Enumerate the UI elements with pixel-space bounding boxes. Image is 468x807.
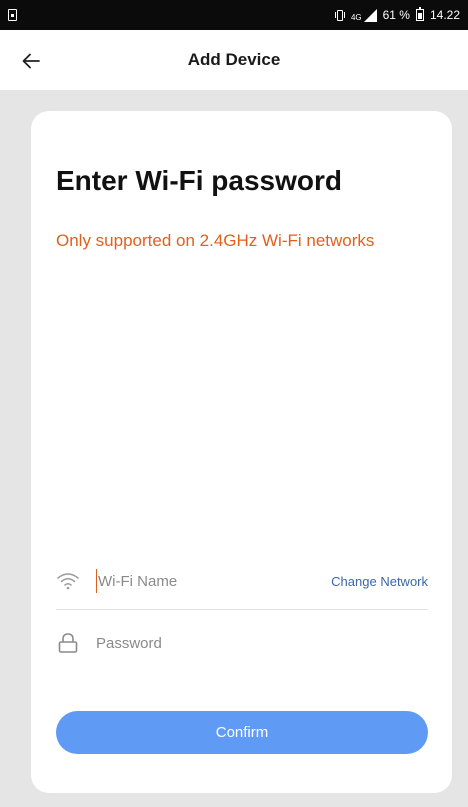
sim-icon xyxy=(8,9,17,21)
wifi-setup-card: Enter Wi-Fi password Only supported on 2… xyxy=(31,111,452,793)
status-bar: 4G 61 % 14.22 xyxy=(0,0,468,30)
network-label: 4G xyxy=(350,12,362,22)
page-title: Add Device xyxy=(187,50,281,69)
signal-icon xyxy=(363,8,377,22)
wifi-name-input[interactable] xyxy=(96,569,332,593)
password-input[interactable] xyxy=(96,631,428,655)
add-device-screen: 4G 61 % 14.22 Add Device Enter Wi-Fi pas… xyxy=(0,0,468,807)
status-bar-right: 4G 61 % 14.22 xyxy=(334,7,460,22)
vibrate-icon xyxy=(334,9,345,21)
network-indicator: 4G xyxy=(350,8,377,22)
battery-icon xyxy=(415,7,424,21)
card-title: Enter Wi-Fi password xyxy=(56,165,343,196)
wifi-icon xyxy=(56,569,80,593)
field-divider xyxy=(56,609,428,610)
frequency-notice: Only supported on 2.4GHz Wi-Fi networks xyxy=(56,231,375,250)
lock-icon xyxy=(56,631,80,655)
app-header: Add Device xyxy=(0,30,468,90)
confirm-button[interactable]: Confirm xyxy=(56,711,428,754)
change-network-link[interactable]: Change Network xyxy=(331,574,428,589)
status-bar-left xyxy=(8,9,17,21)
password-row xyxy=(56,623,428,663)
clock: 14.22 xyxy=(429,8,460,22)
battery-percent: 61 % xyxy=(382,8,410,22)
wifi-name-row: Change Network xyxy=(56,561,428,601)
